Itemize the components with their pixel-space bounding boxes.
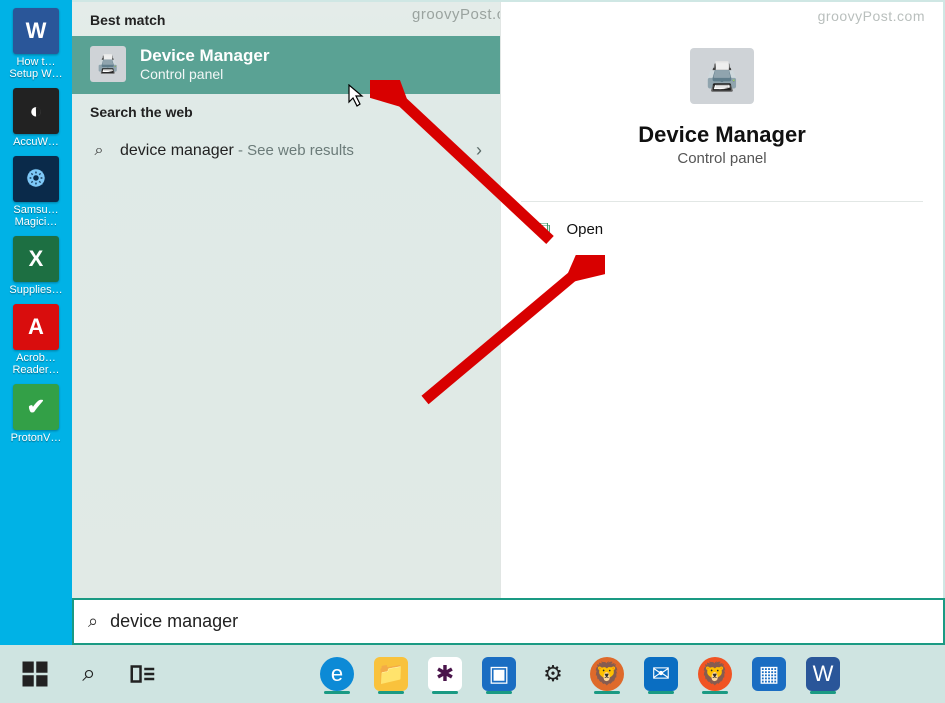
desktop-icon-label: Acrob…Reader… (6, 352, 66, 376)
word-icon: W (806, 657, 840, 691)
taskbar-app-brave[interactable]: 🦁 (688, 651, 742, 697)
settings-icon: ⚙ (536, 657, 570, 691)
preview-subtitle: Control panel (501, 150, 943, 167)
preview-header: 🖨️ Device Manager Control panel (501, 2, 943, 167)
calendar-icon: ▦ (752, 657, 786, 691)
windows-icon (20, 659, 50, 689)
excel-icon: X (13, 236, 59, 282)
slack-icon: ✱ (428, 657, 462, 691)
open-action[interactable]: ⧉ Open (501, 202, 943, 252)
taskbar-app-explorer[interactable]: 📁 (364, 651, 418, 697)
desktop-icon-label: How t…Setup W… (6, 56, 66, 80)
best-match-result[interactable]: 🖨️ Device Manager Control panel (72, 36, 500, 94)
desktop-icon-label: ProtonV… (6, 432, 66, 444)
edge-icon: e (320, 657, 354, 691)
taskbar-app-mail[interactable]: ✉ (634, 651, 688, 697)
task-view-button[interactable] (116, 651, 170, 697)
watermark: groovyPost.com (818, 8, 925, 24)
task-view-icon (128, 659, 158, 689)
web-suffix: - See web results (234, 142, 354, 159)
search-web-header: Search the web (72, 94, 500, 128)
ms-store-icon: ▣ (482, 657, 516, 691)
watermark: groovyPost.com (412, 6, 482, 23)
desktop-icon-excel-supplies[interactable]: X Supplies… (6, 236, 66, 296)
taskbar-app-slack[interactable]: ✱ (418, 651, 472, 697)
desktop-icon-label: Supplies… (6, 284, 66, 296)
desktop-icon-samsung-magician[interactable]: ❂ Samsu…Magici… (6, 156, 66, 228)
open-label: Open (566, 221, 603, 238)
samsung-icon: ❂ (13, 156, 59, 202)
taskbar-app-settings[interactable]: ⚙ (526, 651, 580, 697)
web-result-row[interactable]: ⌕ device manager - See web results › (72, 128, 500, 173)
device-manager-icon: 🖨️ (90, 46, 126, 82)
result-subtitle: Control panel (140, 66, 269, 82)
taskbar: ⌕ e 📁 ✱ ▣ ⚙ 🦁 ✉ 🦁 ▦ W (0, 645, 945, 703)
start-search-panel: groovyPost.com Best match 🖨️ Device Mana… (72, 0, 945, 598)
taskbar-search-button[interactable]: ⌕ (62, 651, 116, 697)
search-input[interactable] (110, 611, 929, 632)
desktop-icon-acrobat-reader[interactable]: A Acrob…Reader… (6, 304, 66, 376)
search-icon: ⌕ (90, 142, 108, 160)
search-results-column: groovyPost.com Best match 🖨️ Device Mana… (72, 2, 500, 598)
result-preview-column: groovyPost.com 🖨️ Device Manager Control… (500, 2, 943, 598)
device-manager-large-icon: 🖨️ (690, 48, 754, 104)
taskbar-app-ms-store[interactable]: ▣ (472, 651, 526, 697)
accuweather-icon: ◐ (13, 88, 59, 134)
search-icon: ⌕ (88, 611, 98, 632)
acrobat-icon: A (13, 304, 59, 350)
search-icon: ⌕ (74, 659, 104, 689)
web-query: device manager (120, 142, 234, 159)
desktop-icon-accuweather[interactable]: ◐ AccuW… (6, 88, 66, 148)
taskbar-app-edge[interactable]: e (310, 651, 364, 697)
brave-beta-icon: 🦁 (590, 657, 624, 691)
word-icon: W (13, 8, 59, 54)
taskbar-app-calendar[interactable]: ▦ (742, 651, 796, 697)
start-button[interactable] (8, 651, 62, 697)
mail-icon: ✉ (644, 657, 678, 691)
protonvpn-icon: ✔ (13, 384, 59, 430)
desktop-background: W How t…Setup W… ◐ AccuW… ❂ Samsu…Magici… (0, 0, 72, 645)
taskbar-app-word[interactable]: W (796, 651, 850, 697)
result-title: Device Manager (140, 46, 269, 66)
brave-icon: 🦁 (698, 657, 732, 691)
desktop-icon-label: Samsu…Magici… (6, 204, 66, 228)
desktop-icon-word-doc[interactable]: W How t…Setup W… (6, 8, 66, 80)
desktop-icon-protonvpn[interactable]: ✔ ProtonV… (6, 384, 66, 444)
preview-title: Device Manager (501, 122, 943, 148)
chevron-right-icon: › (476, 140, 482, 161)
explorer-icon: 📁 (374, 657, 408, 691)
start-search-box[interactable]: ⌕ (72, 598, 945, 645)
open-icon: ⧉ (539, 220, 550, 238)
desktop-icon-label: AccuW… (6, 136, 66, 148)
taskbar-app-brave-beta[interactable]: 🦁 (580, 651, 634, 697)
